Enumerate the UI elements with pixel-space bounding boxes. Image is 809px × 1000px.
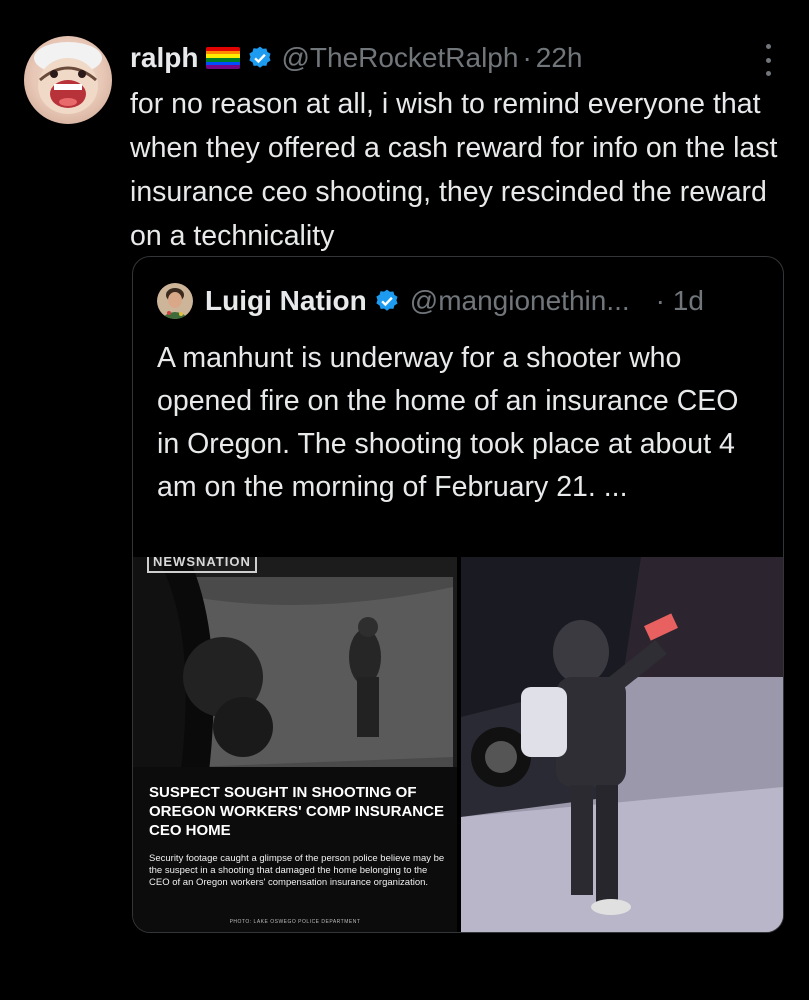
tweet-text: for no reason at all, i wish to remind e… xyxy=(130,88,778,252)
quoted-author-handle[interactable]: @mangionethin... xyxy=(410,285,630,317)
news-logo: NEWSNATION xyxy=(147,557,257,573)
profile-photo-avatar-icon xyxy=(157,283,193,319)
quoted-author-name[interactable]: Luigi Nation xyxy=(205,285,367,317)
author-name[interactable]: ralph xyxy=(130,42,198,74)
news-graphic-image[interactable]: NEWSNATION SUSPECT SOUGHT IN SHOOTING OF… xyxy=(133,557,457,932)
photo-credit: PHOTO: LAKE OSWEGO POLICE DEPARTMENT xyxy=(229,919,361,925)
pride-flag-emoji-icon xyxy=(206,47,241,69)
more-options-icon[interactable] xyxy=(758,44,778,76)
cartoon-character-avatar-icon xyxy=(34,42,102,114)
tweet-header: ralph @TheRocketRalph · 22h xyxy=(130,36,583,80)
media-grid: NEWSNATION SUSPECT SOUGHT IN SHOOTING OF… xyxy=(133,557,783,932)
author-handle[interactable]: @TheRocketRalph xyxy=(281,42,518,74)
quoted-timestamp[interactable]: · 1d xyxy=(656,285,704,317)
verified-badge-icon xyxy=(374,288,400,314)
timestamp[interactable]: 22h xyxy=(536,42,583,74)
news-caption: Security footage caught a glimpse of the… xyxy=(149,853,445,888)
quoted-tweet[interactable]: Luigi Nation @mangionethin... · 1d A man… xyxy=(132,256,784,933)
security-camera-still-image-icon xyxy=(461,557,783,932)
quoted-tweet-text: A manhunt is underway for a shooter who … xyxy=(157,342,739,503)
quoted-author-avatar[interactable] xyxy=(157,283,193,319)
author-avatar[interactable] xyxy=(24,36,112,124)
verified-badge-icon xyxy=(247,45,273,71)
separator-dot: · xyxy=(522,42,532,73)
tweet[interactable]: ralph @TheRocketRalph · 22h for no reaso… xyxy=(0,0,809,1000)
security-camera-still-image[interactable] xyxy=(461,557,783,932)
quoted-tweet-header: Luigi Nation @mangionethin... · 1d xyxy=(157,281,704,321)
news-headline: SUSPECT SOUGHT IN SHOOTING OF OREGON WOR… xyxy=(149,784,444,839)
